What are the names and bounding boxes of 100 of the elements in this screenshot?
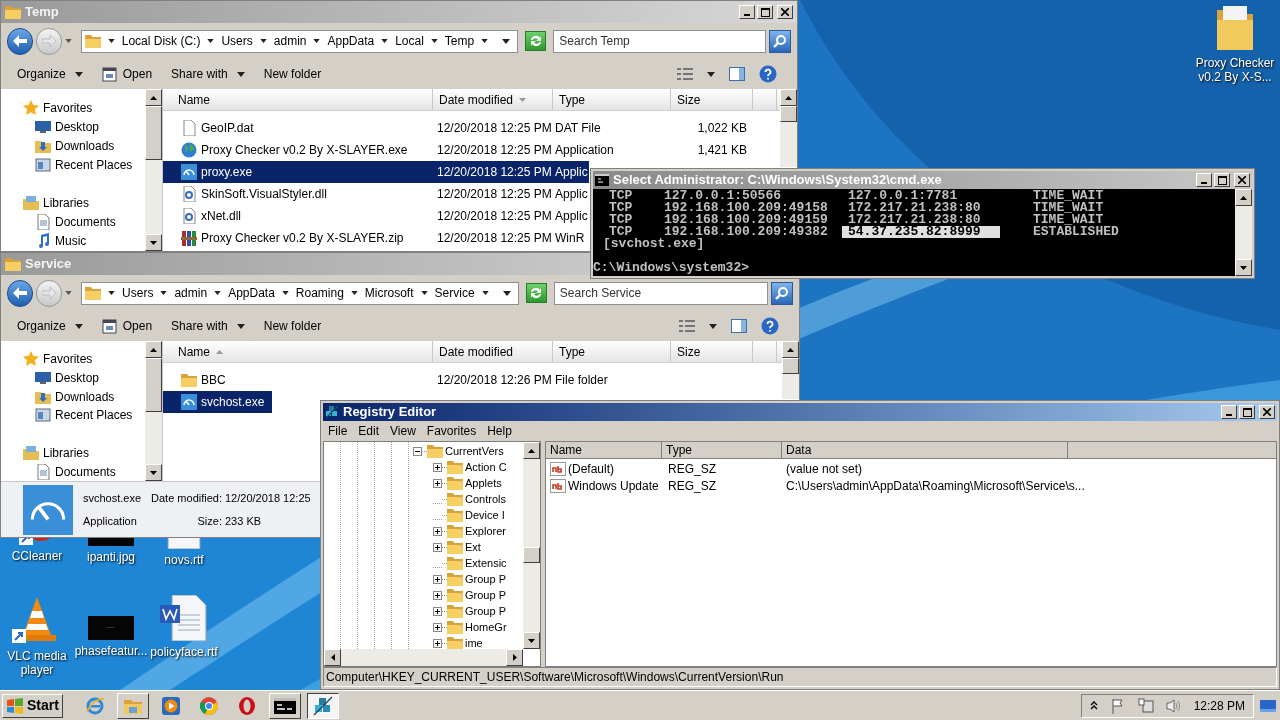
tree-item[interactable]: Explorer [465,522,506,540]
toolbar-button[interactable]: New folder [263,317,322,335]
column-header[interactable]: Name [163,341,433,362]
desktop-icon-label[interactable]: phasefeatur... [74,644,148,658]
scroll-thumb[interactable] [782,358,799,374]
sidebar-heading[interactable]: Libraries [43,444,90,462]
breadcrumb[interactable]: Local [395,32,424,50]
network-icon[interactable] [1137,697,1154,714]
tree-item[interactable]: Group P [465,586,506,604]
expand-button[interactable] [433,462,442,472]
menu-item[interactable]: Help [487,422,512,440]
close-button[interactable] [1234,173,1250,187]
breadcrumb[interactable]: Microsoft [364,284,414,302]
preview-pane-icon[interactable] [729,67,745,81]
search-button[interactable] [770,281,793,305]
sidebar-heading[interactable]: Favorites [43,350,93,369]
tree-item[interactable]: Group P [465,570,506,588]
address-bar[interactable]: Local Disk (C:) Users admin AppData Local Temp [80,29,519,53]
back-button[interactable] [7,27,33,55]
scroll-thumb[interactable] [523,547,540,563]
expand-button[interactable] [433,542,442,552]
expand-button[interactable] [433,622,442,632]
tree-item[interactable]: CurrentVers [445,442,504,460]
tree-item[interactable]: Group P [465,602,506,620]
toolbar-button[interactable]: Share with [171,317,245,335]
file-row[interactable]: GeoIP.dat 12/20/2018 12:25 PM DAT File 1,022 KB [163,117,753,139]
breadcrumb[interactable]: Local Disk (C:) [121,32,201,50]
tree-item[interactable]: Extensic [465,554,507,572]
toolbar-button[interactable]: Organize [17,65,83,83]
scroll-thumb[interactable] [145,358,162,412]
flag-icon[interactable] [1109,697,1126,714]
expand-button[interactable] [433,638,442,648]
toolbar-button[interactable]: Open [101,65,153,83]
maximize-button[interactable] [1239,405,1255,419]
scroll-down-button[interactable] [145,464,162,481]
breadcrumb[interactable]: Roaming [295,284,344,302]
sidebar-item[interactable]: Downloads [55,387,115,406]
breadcrumb[interactable]: AppData [228,284,275,302]
breadcrumb[interactable]: Users [221,32,253,50]
file-row[interactable]: BBC 12/20/2018 12:26 PM File folder [163,369,753,391]
desktop-icon-label[interactable]: VLC media player [0,649,74,677]
view-list-icon[interactable] [679,320,695,332]
column-header[interactable]: Date modified [433,89,553,110]
start-button[interactable]: Start [2,693,63,718]
menu-item[interactable]: View [390,422,416,440]
column-header[interactable]: Data [782,442,1068,459]
toolbar-button[interactable]: New folder [263,65,322,83]
scroll-up-button[interactable] [782,341,799,358]
sidebar-item[interactable]: Desktop [55,117,100,136]
breadcrumb[interactable]: Service [434,284,475,302]
column-header[interactable]: Name [546,442,662,459]
scroll-thumb[interactable] [780,106,797,122]
search-field[interactable]: Search Service [553,281,768,305]
scroll-down-button[interactable] [1235,259,1252,276]
scroll-left-button[interactable] [324,649,341,666]
minimize-button[interactable] [739,5,755,19]
sidebar-item[interactable]: Music [55,231,87,250]
desktop-icon-label[interactable]: Proxy Checker v0.2 By X-S... [1192,56,1278,84]
column-header[interactable]: Type [662,442,782,459]
address-bar[interactable]: Users admin AppData Roaming Microsoft Service [81,281,519,305]
tree-item[interactable]: Ext [465,538,481,556]
file-row[interactable]: xNet.dll 12/20/2018 12:25 PM Applic [163,205,589,227]
sidebar-heading[interactable]: Favorites [43,98,93,117]
menu-item[interactable]: File [328,422,348,440]
maximize-button[interactable] [1214,173,1230,187]
toolbar-button[interactable]: Organize [17,317,83,335]
breadcrumb[interactable]: admin [174,284,208,302]
tree-item[interactable]: Action C [465,458,507,476]
collapse-button[interactable] [413,446,422,456]
close-button[interactable] [1259,405,1275,419]
tree-item[interactable]: HomeGr [465,618,507,636]
scroll-down-button[interactable] [145,234,162,251]
column-header[interactable]: Size [671,89,753,110]
expand-button[interactable] [433,478,442,488]
column-header[interactable]: Date modified [433,341,553,362]
toolbar-button[interactable]: Share with [171,65,245,83]
sidebar-item[interactable]: Documents [55,462,116,481]
preview-pane-icon[interactable] [731,319,747,333]
view-list-icon[interactable] [677,68,693,80]
expand-button[interactable] [433,526,442,536]
scroll-up-button[interactable] [145,89,162,106]
search-button[interactable] [768,29,791,53]
file-row[interactable]: proxy.exe 12/20/2018 12:25 PM Applic [163,161,589,183]
menu-item[interactable]: Edit [358,422,380,440]
file-row[interactable]: svchost.exe [163,391,273,413]
minimize-button[interactable] [1221,405,1237,419]
maximize-button[interactable] [757,5,773,19]
close-button[interactable] [777,5,793,19]
tree-item[interactable]: Applets [465,474,502,492]
breadcrumb[interactable]: Users [122,284,154,302]
sidebar-item[interactable]: Recent Places [55,406,133,425]
sidebar-heading[interactable]: Libraries [43,193,90,212]
scroll-thumb[interactable] [145,106,162,160]
desktop-icon-label[interactable]: novs.rtf [164,553,204,567]
file-row[interactable]: SkinSoft.VisualStyler.dll 12/20/2018 12:25 PM Applic [163,183,589,205]
tree-item[interactable]: Device I [465,506,505,524]
column-header[interactable]: Type [553,89,671,110]
refresh-button[interactable] [525,283,547,303]
column-header[interactable]: Type [553,341,671,362]
tree-item[interactable]: Controls [465,490,506,508]
